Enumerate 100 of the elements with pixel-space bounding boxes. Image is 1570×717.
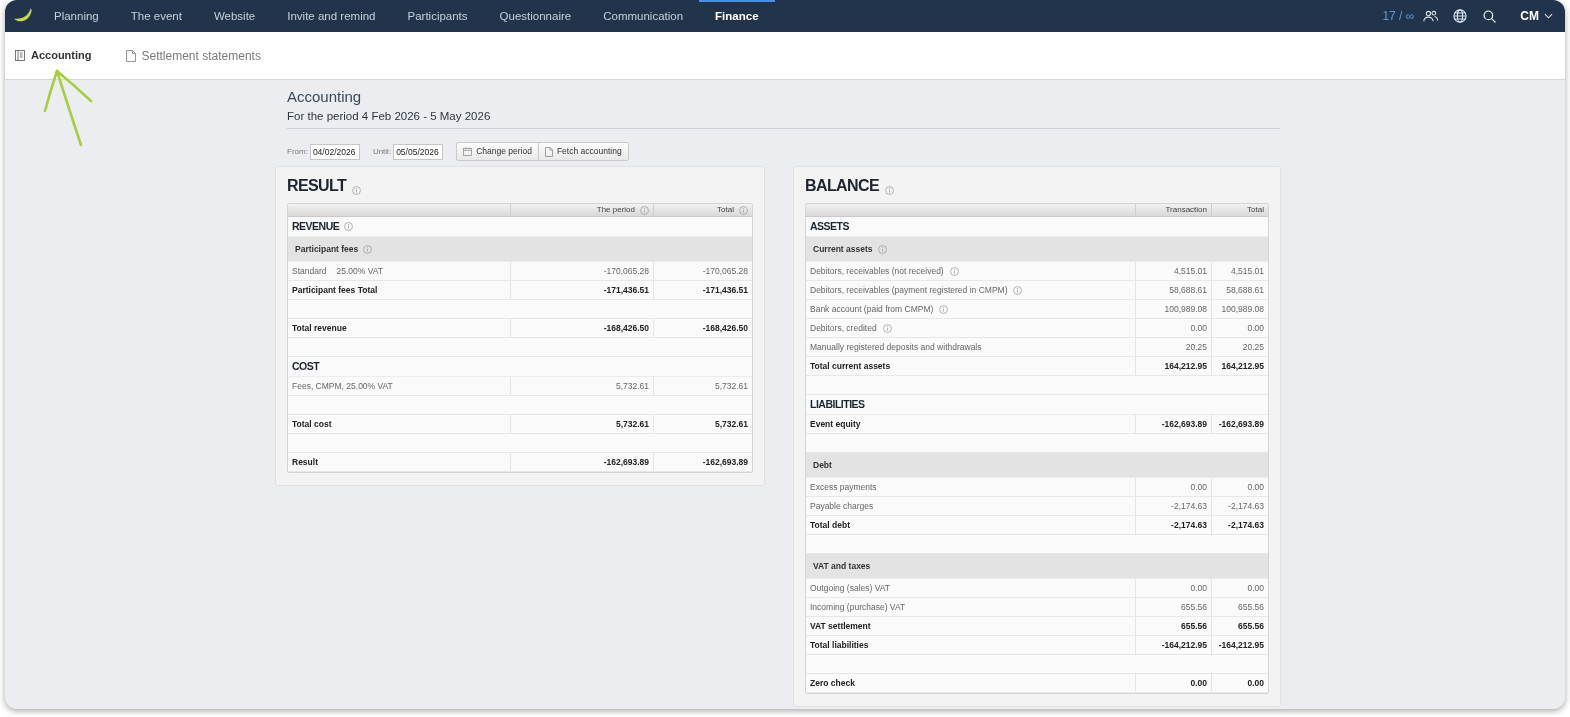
row-label: VAT settlement bbox=[810, 619, 871, 633]
cell-value: 20.25 bbox=[1185, 340, 1207, 354]
nav-tab[interactable]: Participants bbox=[391, 0, 484, 32]
sub-nav-tab[interactable]: Settlement statements bbox=[125, 46, 261, 65]
globe-icon[interactable] bbox=[1453, 9, 1468, 23]
row-label: Zero check bbox=[810, 676, 855, 690]
cell-value: -162,693.89 bbox=[702, 455, 748, 469]
cell-value: -162,693.89 bbox=[1161, 417, 1207, 431]
nav-tab[interactable]: Communication bbox=[587, 0, 700, 32]
row-label: Event equity bbox=[810, 417, 861, 431]
change-period-button[interactable]: Change period bbox=[456, 142, 539, 161]
people-icon[interactable] bbox=[1423, 10, 1439, 22]
row-label: Total revenue bbox=[292, 321, 347, 335]
cell-value: 5,732.61 bbox=[714, 379, 748, 393]
row-label: Total liabilities bbox=[810, 638, 869, 652]
cell-value: 655.56 bbox=[1181, 619, 1207, 633]
row-label: Total current assets bbox=[810, 359, 891, 373]
cell-value: 5,732.61 bbox=[714, 417, 748, 431]
row-label: Total debt bbox=[810, 518, 850, 532]
cell-value: 4,515.01 bbox=[1173, 264, 1207, 278]
nav-tab[interactable]: Invite and remind bbox=[271, 0, 392, 32]
field-label: Until: bbox=[372, 145, 392, 158]
row-label: Payable charges bbox=[810, 499, 874, 513]
participant-quota: 17 / ∞ bbox=[1382, 8, 1415, 25]
cell-value: -2,174.63 bbox=[1228, 499, 1264, 513]
cell-value: 655.56 bbox=[1238, 600, 1264, 614]
row-label: Excess payments bbox=[810, 480, 877, 494]
cell-value: 0.00 bbox=[1190, 676, 1207, 690]
page-subtitle: For the period 4 Feb 2026 - 5 May 2026 bbox=[287, 109, 492, 124]
cell-value: -168,426.50 bbox=[603, 321, 649, 335]
group-label: VAT and taxes bbox=[813, 559, 871, 573]
row-label: Debitors, receivables (not received) bbox=[810, 264, 944, 278]
date-field[interactable]: 04/02/2026 bbox=[309, 143, 360, 160]
group-label: Debt bbox=[813, 458, 832, 472]
cell-value: 0.00 bbox=[1190, 321, 1207, 335]
cell-value: -171,436.51 bbox=[702, 283, 748, 297]
cell-value: -2,174.63 bbox=[1228, 518, 1264, 532]
card-title: RESULT bbox=[287, 177, 347, 195]
document-icon bbox=[544, 146, 553, 157]
cell-value: -171,436.51 bbox=[603, 283, 649, 297]
date-field[interactable]: 05/05/2026 bbox=[393, 143, 444, 160]
group-label: Participant fees bbox=[295, 242, 359, 256]
row-label: Fees, CMPM, 25.00% VAT bbox=[292, 379, 393, 393]
section-heading: LIABILITIES bbox=[810, 396, 865, 412]
cell-value: -162,693.89 bbox=[603, 455, 649, 469]
cell-value: -162,693.89 bbox=[1218, 417, 1264, 431]
nav-tab[interactable]: Website bbox=[197, 0, 272, 32]
group-label: Current assets bbox=[813, 242, 873, 256]
column-header: Total bbox=[1247, 204, 1264, 216]
cell-value: 655.56 bbox=[1238, 619, 1264, 633]
row-label: Bank account (paid from CMPM) bbox=[810, 302, 934, 316]
row-label: Total cost bbox=[292, 417, 332, 431]
row-label: Participant fees Total bbox=[292, 283, 378, 297]
cell-value: -2,174.63 bbox=[1171, 499, 1207, 513]
search-icon[interactable] bbox=[1483, 9, 1497, 23]
cell-value: 20.25 bbox=[1242, 340, 1264, 354]
banana-logo[interactable] bbox=[13, 8, 33, 24]
page-title: Accounting bbox=[287, 88, 363, 106]
row-label: Debitors, receivables (payment registered in CMPM) bbox=[810, 283, 1008, 297]
cell-value: 164,212.95 bbox=[1164, 359, 1207, 373]
row-label: Manually registered deposits and withdrawals bbox=[810, 340, 982, 354]
nav-tab[interactable]: Questionnaire bbox=[483, 0, 588, 32]
fetch-accounting-button[interactable]: Fetch accounting bbox=[537, 142, 629, 161]
cell-value: -170,065.28 bbox=[702, 264, 748, 278]
column-header: The period bbox=[596, 204, 635, 216]
field-label: From: bbox=[287, 145, 308, 158]
cell-value: -168,426.50 bbox=[702, 321, 748, 335]
cell-value: 164,212.95 bbox=[1221, 359, 1264, 373]
cell-value: 0.00 bbox=[1247, 676, 1264, 690]
user-menu-button[interactable]: CM bbox=[1520, 7, 1553, 25]
cell-value: 58,688.61 bbox=[1226, 283, 1264, 297]
column-header: Total bbox=[717, 204, 734, 216]
cell-value: 0.00 bbox=[1190, 480, 1207, 494]
cell-value: 0.00 bbox=[1190, 581, 1207, 595]
nav-tab[interactable]: Planning bbox=[38, 0, 115, 32]
cell-value: 655.56 bbox=[1181, 600, 1207, 614]
row-label: Result bbox=[292, 455, 318, 469]
nav-tab[interactable]: The event bbox=[114, 0, 198, 32]
sub-nav-tab[interactable]: Accounting bbox=[15, 47, 92, 64]
cell-value: 0.00 bbox=[1247, 480, 1264, 494]
cell-value: 5,732.61 bbox=[615, 379, 649, 393]
cell-value: 58,688.61 bbox=[1169, 283, 1207, 297]
section-heading: REVENUE bbox=[292, 218, 340, 234]
ledger-icon bbox=[15, 50, 25, 61]
row-label: Debitors, credited bbox=[810, 321, 877, 335]
section-heading: ASSETS bbox=[810, 218, 849, 234]
cell-value: 100,989.08 bbox=[1164, 302, 1207, 316]
cell-value: -164,212.95 bbox=[1161, 638, 1207, 652]
vat-rate: 25.00% VAT bbox=[336, 264, 383, 278]
row-label: Standard bbox=[292, 264, 327, 278]
row-label: Outgoing (sales) VAT bbox=[810, 581, 890, 595]
cell-value: 4,515.01 bbox=[1230, 264, 1264, 278]
cell-value: 5,732.61 bbox=[615, 417, 649, 431]
cell-value: -164,212.95 bbox=[1218, 638, 1264, 652]
calendar-icon bbox=[463, 147, 473, 156]
card-title: BALANCE bbox=[805, 177, 880, 195]
cell-value: 100,989.08 bbox=[1221, 302, 1264, 316]
cell-value: 0.00 bbox=[1247, 581, 1264, 595]
document-icon bbox=[125, 49, 136, 62]
section-heading: COST bbox=[292, 358, 320, 374]
